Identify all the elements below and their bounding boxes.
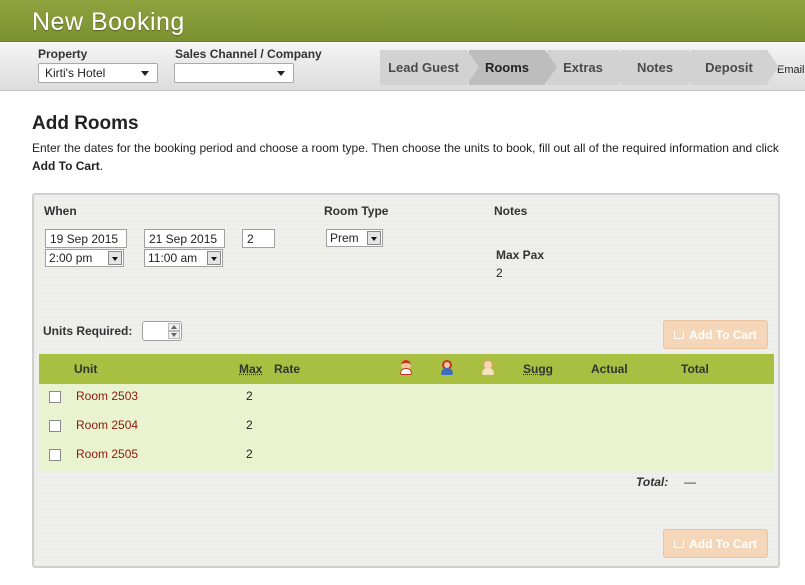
- column-header-max: Max: [239, 362, 263, 376]
- step-deposit[interactable]: Deposit: [691, 50, 779, 85]
- step-extras[interactable]: Extras: [547, 50, 631, 85]
- step-lead-guest[interactable]: Lead Guest: [380, 50, 479, 85]
- chevron-down-icon: [141, 71, 149, 76]
- units-required-stepper[interactable]: [142, 321, 182, 341]
- table-row: Room 2503 2: [39, 384, 774, 412]
- sales-channel-select[interactable]: [174, 63, 294, 83]
- table-row: Room 2504 2: [39, 413, 774, 441]
- total-label: Total:: [636, 475, 669, 489]
- unit-max: 2: [246, 389, 253, 403]
- units-table-body: Room 2503 2 Room 2504 2 Room 2505 2: [39, 384, 774, 472]
- page-title: Add Rooms: [32, 113, 139, 134]
- end-time-value: 11:00 am: [148, 251, 198, 265]
- property-label: Property: [38, 47, 88, 61]
- room-type-select[interactable]: Prem: [326, 229, 383, 247]
- max-pax-value: 2: [496, 266, 503, 280]
- max-pax-label: Max Pax: [496, 248, 545, 262]
- notes-label: Notes: [494, 204, 528, 218]
- row-checkbox[interactable]: [49, 449, 61, 461]
- units-table-header: Unit Max Rate Sugg Actual Total: [39, 354, 774, 384]
- column-header-rate: Rate: [274, 362, 301, 376]
- cart-icon: [674, 539, 685, 548]
- add-to-cart-button-bottom[interactable]: Add To Cart: [663, 529, 768, 558]
- nights-input[interactable]: 2: [242, 229, 275, 248]
- title-bar: New Booking: [0, 0, 805, 42]
- child-guest-icon: [440, 360, 454, 376]
- unit-link[interactable]: Room 2505: [76, 447, 138, 461]
- intro-text: Enter the dates for the booking period a…: [32, 139, 792, 175]
- decrement-icon[interactable]: [168, 331, 180, 339]
- row-checkbox[interactable]: [49, 391, 61, 403]
- sales-channel-label: Sales Channel / Company: [175, 47, 322, 61]
- row-checkbox[interactable]: [49, 420, 61, 432]
- chevron-down-icon: [108, 251, 122, 265]
- property-select-value: Kirti's Hotel: [45, 66, 106, 80]
- unit-link[interactable]: Room 2503: [76, 389, 138, 403]
- step-email[interactable]: Email: [777, 64, 805, 76]
- add-to-cart-button-top[interactable]: Add To Cart: [663, 320, 768, 349]
- column-header-total: Total: [681, 362, 709, 376]
- cart-icon: [674, 330, 685, 339]
- page-header-title: New Booking: [32, 8, 185, 36]
- chevron-down-icon: [207, 251, 221, 265]
- column-header-actual: Actual: [591, 362, 628, 376]
- total-value: —: [684, 475, 696, 489]
- add-to-cart-label-bottom: Add To Cart: [689, 536, 757, 551]
- end-date-input[interactable]: 21 Sep 2015: [144, 229, 225, 248]
- property-select[interactable]: Kirti's Hotel: [38, 63, 158, 83]
- column-header-sugg: Sugg: [523, 362, 553, 376]
- booking-steps: Lead Guest Rooms Extras Notes Deposit: [380, 50, 779, 85]
- step-notes[interactable]: Notes: [621, 50, 701, 85]
- unit-max: 2: [246, 447, 253, 461]
- chevron-down-icon: [277, 71, 285, 76]
- intro-text-end: .: [99, 159, 104, 173]
- intro-text-main: Enter the dates for the booking period a…: [32, 141, 779, 155]
- add-to-cart-label-top: Add To Cart: [689, 327, 757, 342]
- when-label: When: [44, 204, 77, 218]
- end-time-select[interactable]: 11:00 am: [144, 249, 223, 267]
- room-type-value: Prem: [330, 231, 359, 245]
- unit-link[interactable]: Room 2504: [76, 418, 138, 432]
- start-time-value: 2:00 pm: [49, 251, 93, 265]
- chevron-down-icon: [367, 231, 381, 245]
- room-type-label: Room Type: [324, 204, 389, 218]
- infant-guest-icon: [481, 360, 495, 376]
- adult-guest-icon: [399, 360, 413, 376]
- column-header-unit: Unit: [74, 362, 98, 376]
- table-row: Room 2505 2: [39, 442, 774, 470]
- units-required-label: Units Required:: [43, 324, 133, 338]
- start-date-input[interactable]: 19 Sep 2015: [45, 229, 127, 248]
- start-time-select[interactable]: 2:00 pm: [45, 249, 124, 267]
- step-rooms[interactable]: Rooms: [469, 50, 557, 85]
- unit-max: 2: [246, 418, 253, 432]
- intro-text-bold: Add To Cart: [32, 159, 100, 173]
- increment-icon[interactable]: [168, 323, 180, 331]
